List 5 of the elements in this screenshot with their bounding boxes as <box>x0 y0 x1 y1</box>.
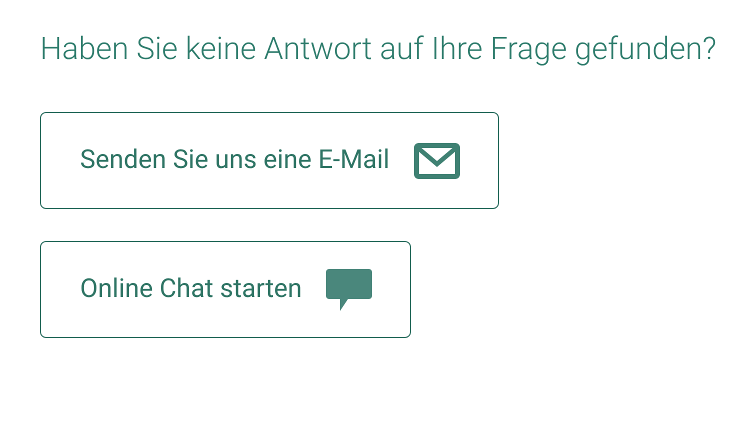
email-button[interactable]: Senden Sie uns eine E-Mail <box>40 112 499 209</box>
speech-bubble-icon <box>326 268 372 310</box>
chat-button[interactable]: Online Chat starten <box>40 241 411 338</box>
envelope-icon <box>414 142 460 178</box>
heading: Haben Sie keine Antwort auf Ihre Frage gefunden? <box>40 29 718 69</box>
